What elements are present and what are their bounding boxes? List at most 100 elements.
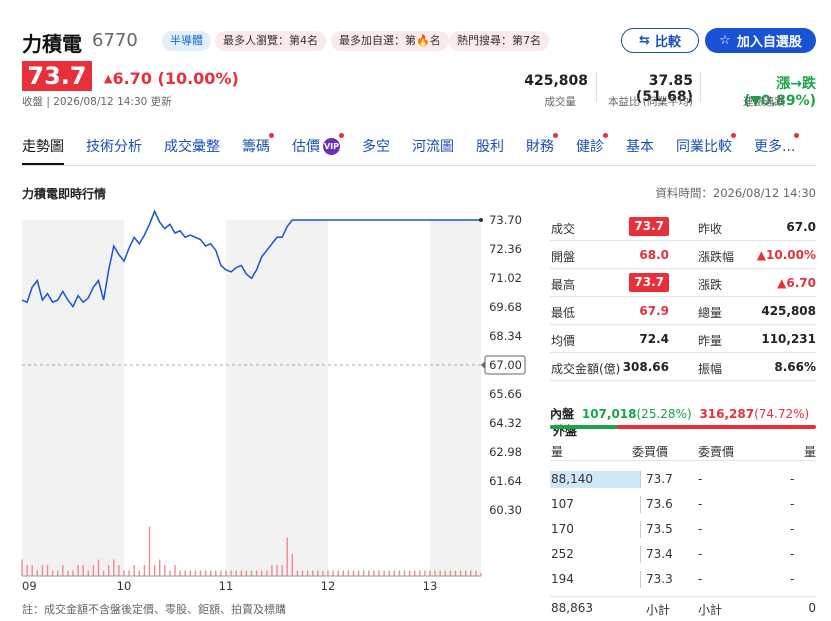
orderbook-row: 194 73.3 - - [550, 569, 816, 589]
pe-label: 本益比 (同業平均) [607, 96, 693, 108]
stock-code: 6770 [92, 30, 138, 51]
volume-bar [408, 570, 411, 576]
quote-label: 昨收 [698, 222, 723, 236]
quote-value: 110,231 [761, 332, 816, 346]
volume-bar [449, 570, 452, 576]
tab-financials[interactable]: 財務 [526, 133, 558, 165]
rank-tag-watchlist[interactable]: 最多加自選：第🔥名 [331, 31, 449, 51]
rank-tag-search[interactable]: 熱門搜尋：第7名 [449, 31, 549, 51]
industry-tag[interactable]: 半導體 [162, 31, 211, 51]
tab-long-short[interactable]: 多空 [362, 136, 390, 165]
tab-trade-summary[interactable]: 成交彙整 [164, 136, 220, 165]
last-price-dot [479, 218, 483, 222]
volume-bar [77, 565, 79, 576]
volume-bar [271, 565, 273, 576]
quote-value: 73.7 [629, 273, 669, 292]
volume-bar [220, 570, 222, 576]
volume-bar [327, 570, 329, 576]
tab-trend[interactable]: 走勢圖 [22, 136, 64, 165]
quote-value: 72.4 [639, 332, 669, 346]
inner-outer-ratio-bar [550, 425, 816, 429]
volume-bar [148, 526, 151, 576]
tab-more[interactable]: 更多... [754, 133, 800, 165]
bid-volume: 194 [551, 572, 574, 586]
volume-bar [31, 565, 33, 576]
tab-chips[interactable]: 籌碼 [242, 133, 274, 165]
tab-technical[interactable]: 技術分析 [86, 136, 142, 165]
divider [640, 571, 641, 588]
inner-ratio-fill [550, 425, 618, 429]
volume-bar [332, 570, 334, 576]
quote-label: 開盤 [551, 250, 576, 264]
volume-bar [424, 570, 426, 576]
bid-price: 73.6 [646, 497, 673, 511]
volume-bar [414, 570, 416, 576]
tab-basic[interactable]: 基本 [626, 136, 654, 165]
tab-valuation[interactable]: 估價 VIP [292, 133, 344, 165]
breadth-label: 連漲連跌 [743, 96, 785, 108]
volume-bar [317, 570, 319, 576]
volume-bar [87, 570, 89, 576]
volume-bar [465, 570, 467, 576]
quote-value: 67.0 [786, 220, 816, 234]
volume-bar [51, 570, 54, 576]
orderbook-row: 252 73.4 - - [550, 544, 816, 564]
volume-bar [215, 570, 217, 576]
quote-label: 均價 [551, 334, 576, 348]
volume-bar [266, 570, 268, 576]
volume-bar [250, 570, 253, 576]
col-bid-price: 委買價 [632, 445, 669, 459]
y-tick-label: 62.98 [489, 445, 522, 459]
y-tick-label: 61.64 [489, 474, 522, 488]
tab-river-chart[interactable]: 河流圖 [412, 136, 454, 165]
volume-bar [398, 570, 401, 576]
data-time: 資料時間：2026/08/12 14:30 [655, 186, 816, 200]
volume-bar [82, 565, 84, 576]
footnote: 註：成交金額不含盤後定價、零股、鉅額、拍賣及標購 [22, 603, 286, 616]
add-watchlist-button[interactable]: ☆ 加入自選股 [705, 28, 816, 53]
tab-health-check[interactable]: 健診 [576, 133, 608, 165]
outer-pct: (74.72%) [754, 407, 810, 421]
compare-button[interactable]: ⇆ 比較 [621, 28, 699, 53]
volume-bar [46, 565, 49, 576]
outer-value: 316,287 [699, 407, 755, 421]
volume-bar [118, 565, 120, 576]
quote-value: 67.9 [639, 304, 669, 318]
col-ask-volume: 量 [803, 445, 816, 459]
volume-bar [306, 570, 309, 576]
star-icon: ☆ [719, 33, 731, 48]
stock-name: 力積電 [22, 32, 82, 56]
volume-bar [153, 565, 156, 576]
volume-bar [169, 570, 171, 576]
ask-price: - [698, 497, 703, 511]
hour-band [430, 220, 481, 576]
volume-bar [174, 565, 176, 576]
orderbook-total: 88,863 小計 小計 0 [550, 596, 816, 617]
bid-price: 73.7 [646, 472, 673, 486]
inner-pct: (25.28%) [636, 407, 692, 421]
volume-bar [281, 565, 283, 576]
divider [640, 546, 641, 563]
volume-bar [189, 570, 191, 576]
quote-label: 成交 [551, 222, 576, 236]
rank-tag-views[interactable]: 最多人瀏覽：第4名 [215, 31, 326, 51]
bid-price: 73.5 [646, 522, 673, 536]
quote-label: 成交金額(億) [551, 362, 621, 376]
divider [640, 471, 641, 488]
bid-price: 73.4 [646, 547, 673, 561]
quote-value: 425,808 [761, 304, 816, 318]
hour-band [226, 220, 328, 576]
new-dot-icon [603, 133, 608, 138]
intraday-chart[interactable]: 73.70 72.36 71.02 69.68 68.34 67.00 65.66 64.32… [0, 200, 540, 595]
tab-peer-compare[interactable]: 同業比較 [676, 133, 736, 165]
volume-bar [429, 570, 431, 576]
volume-bar [312, 570, 314, 576]
reference-pointer [481, 361, 485, 369]
vip-badge: VIP [323, 138, 340, 155]
subtotal-label-right: 小計 [698, 603, 723, 617]
volume-bar [199, 570, 202, 576]
total-ask: 0 [808, 601, 816, 615]
tab-dividend[interactable]: 股利 [476, 136, 504, 165]
inner-label: 內盤 [550, 407, 575, 421]
volume-bar [459, 570, 462, 576]
